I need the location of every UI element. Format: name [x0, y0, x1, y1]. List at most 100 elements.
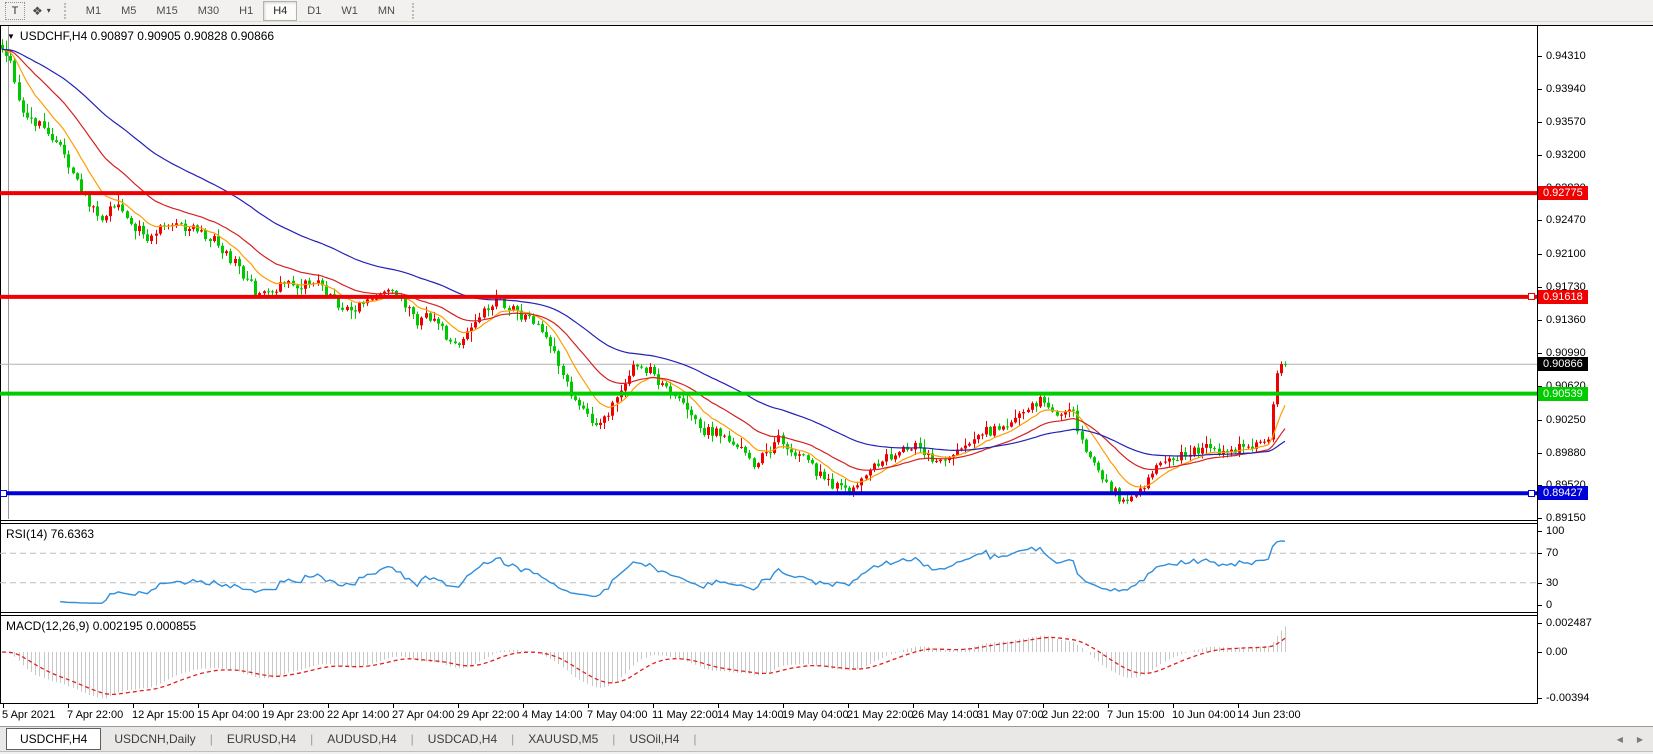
tab-scroll-left-icon[interactable]: ◀: [1617, 735, 1623, 744]
toolbar-separator: [64, 3, 69, 19]
macd-tick-mark: [1537, 623, 1542, 624]
toolbar: T ❖ ▾ M1M5M15M30H1H4D1W1MN: [0, 0, 1653, 22]
timeframe-button-w1[interactable]: W1: [331, 1, 368, 21]
chart-title: ▼ USDCHF,H4 0.90897 0.90905 0.90828 0.908…: [7, 29, 274, 43]
time-tick-mark: [848, 703, 849, 708]
time-tick-label: 11 May 22:00: [652, 709, 718, 721]
time-tick-label: 2 Jun 22:00: [1042, 709, 1100, 721]
time-tick-mark: [1043, 703, 1044, 708]
price-tick-mark: [1537, 420, 1542, 421]
time-tick-mark: [1108, 703, 1109, 708]
main-pane-bottom-border: [0, 520, 1537, 521]
tab-separator: |: [310, 732, 313, 746]
cursor-tool-button[interactable]: ❖ ▾: [29, 2, 54, 20]
level-price-label: 0.89427: [1538, 486, 1588, 500]
timeframe-toolbar: M1M5M15M30H1H4D1W1MN: [76, 0, 405, 22]
price-tick-label: 0.89880: [1546, 446, 1586, 460]
time-tick-mark: [978, 703, 979, 708]
time-tick-label: 15 Apr 04:00: [197, 709, 259, 721]
price-tick-mark: [1537, 353, 1542, 354]
time-tick-label: 7 Apr 22:00: [67, 709, 123, 721]
chart-title-text: USDCHF,H4 0.90897 0.90905 0.90828 0.9086…: [20, 29, 274, 43]
text-tool-button[interactable]: T: [5, 2, 25, 20]
price-tick-label: 0.94310: [1546, 49, 1586, 63]
chart-tab-usdcad-h4[interactable]: USDCAD,H4: [415, 729, 510, 749]
time-tick-label: 26 May 14:00: [912, 709, 979, 721]
tab-separator: |: [693, 732, 696, 746]
price-tick-mark: [1537, 56, 1542, 57]
timeframe-button-h1[interactable]: H1: [229, 1, 263, 21]
timeframe-button-m30[interactable]: M30: [188, 1, 229, 21]
price-tick-mark: [1537, 220, 1542, 221]
price-tick-label: 0.92470: [1546, 213, 1586, 227]
time-tick-label: 19 May 04:00: [782, 709, 849, 721]
level-end-marker[interactable]: [1528, 293, 1535, 300]
timeframe-button-d1[interactable]: D1: [297, 1, 331, 21]
timeframe-button-h4[interactable]: H4: [263, 1, 297, 21]
current-price-label: 0.90866: [1538, 357, 1588, 371]
chart-tab-xauusd-m5[interactable]: XAUUSD,M5: [515, 729, 611, 749]
macd-tick-mark: [1537, 652, 1542, 653]
time-tick-mark: [588, 703, 589, 708]
macd-tick-mark: [1537, 698, 1542, 699]
chart-tab-usdcnh-daily[interactable]: USDCNH,Daily: [101, 729, 208, 749]
timeframe-button-m1[interactable]: M1: [76, 1, 111, 21]
timeframe-button-m15[interactable]: M15: [146, 1, 187, 21]
time-tick-label: 7 Jun 15:00: [1107, 709, 1165, 721]
time-tick-label: 21 May 22:00: [847, 709, 914, 721]
price-chart-pane[interactable]: [0, 26, 1537, 519]
rsi-pane-bottom-border: [0, 612, 1537, 613]
time-tick-mark: [133, 703, 134, 708]
time-tick-label: 19 Apr 23:00: [262, 709, 324, 721]
toolbar-separator: [412, 3, 417, 19]
level-end-marker[interactable]: [1528, 490, 1535, 497]
chart-tab-eurusd-h4[interactable]: EURUSD,H4: [214, 729, 309, 749]
time-tick-label: 14 May 14:00: [717, 709, 784, 721]
time-tick-label: 7 May 04:00: [587, 709, 648, 721]
price-tick-label: 0.90250: [1546, 413, 1586, 427]
collapse-icon[interactable]: ▼: [7, 32, 15, 41]
price-tick-label: 0.91360: [1546, 313, 1586, 327]
chart-tab-usdchf-h4[interactable]: USDCHF,H4: [6, 728, 101, 750]
rsi-tick-mark: [1537, 605, 1542, 606]
time-tick-mark: [3, 703, 4, 708]
cursor-icon: ❖: [32, 5, 43, 17]
rsi-tick-mark: [1537, 553, 1542, 554]
price-tick-label: 0.93940: [1546, 82, 1586, 96]
time-tick-mark: [68, 703, 69, 708]
time-tick-label: 31 May 07:00: [977, 709, 1044, 721]
price-tick-mark: [1537, 254, 1542, 255]
macd-indicator-pane[interactable]: [0, 616, 1537, 703]
macd-tick-label: -0.00394: [1546, 691, 1589, 705]
price-tick-label: 0.92100: [1546, 247, 1586, 261]
mt4-window: T ❖ ▾ M1M5M15M30H1H4D1W1MN ▼ USDCHF,H4 0.…: [0, 0, 1653, 754]
timeframe-button-mn[interactable]: MN: [368, 1, 405, 21]
chart-tab-usoil-h4[interactable]: USOil,H4: [616, 729, 692, 749]
time-tick-mark: [783, 703, 784, 708]
macd-tick-label: 0.00: [1546, 645, 1567, 659]
chart-tabs: USDCHF,H4USDCNH,Daily|EURUSD,H4|AUDUSD,H…: [6, 728, 698, 750]
time-tick-mark: [458, 703, 459, 708]
chart-tab-audusd-h4[interactable]: AUDUSD,H4: [314, 729, 409, 749]
time-tick-mark: [718, 703, 719, 708]
rsi-tick-label: 100: [1546, 524, 1564, 538]
level-end-marker[interactable]: [0, 490, 7, 497]
rsi-tick-mark: [1537, 583, 1542, 584]
time-tick-label: 22 Apr 14:00: [327, 709, 389, 721]
rsi-tick-label: 70: [1546, 546, 1558, 560]
price-tick-mark: [1537, 89, 1542, 90]
price-tick-label: 0.93200: [1546, 148, 1586, 162]
timeframe-button-m5[interactable]: M5: [111, 1, 146, 21]
macd-tick-label: 0.002487: [1546, 616, 1592, 630]
time-tick-label: 4 May 14:00: [522, 709, 583, 721]
tab-scroll-right-icon[interactable]: ▶: [1637, 735, 1643, 744]
price-tick-mark: [1537, 155, 1542, 156]
time-tick-mark: [198, 703, 199, 708]
time-tick-label: 29 Apr 22:00: [457, 709, 519, 721]
price-tick-mark: [1537, 518, 1542, 519]
rsi-indicator-pane[interactable]: [0, 524, 1537, 612]
price-tick-mark: [1537, 122, 1542, 123]
macd-pane-bottom-border: [0, 703, 1537, 704]
time-tick-mark: [1238, 703, 1239, 708]
price-tick-mark: [1537, 287, 1542, 288]
